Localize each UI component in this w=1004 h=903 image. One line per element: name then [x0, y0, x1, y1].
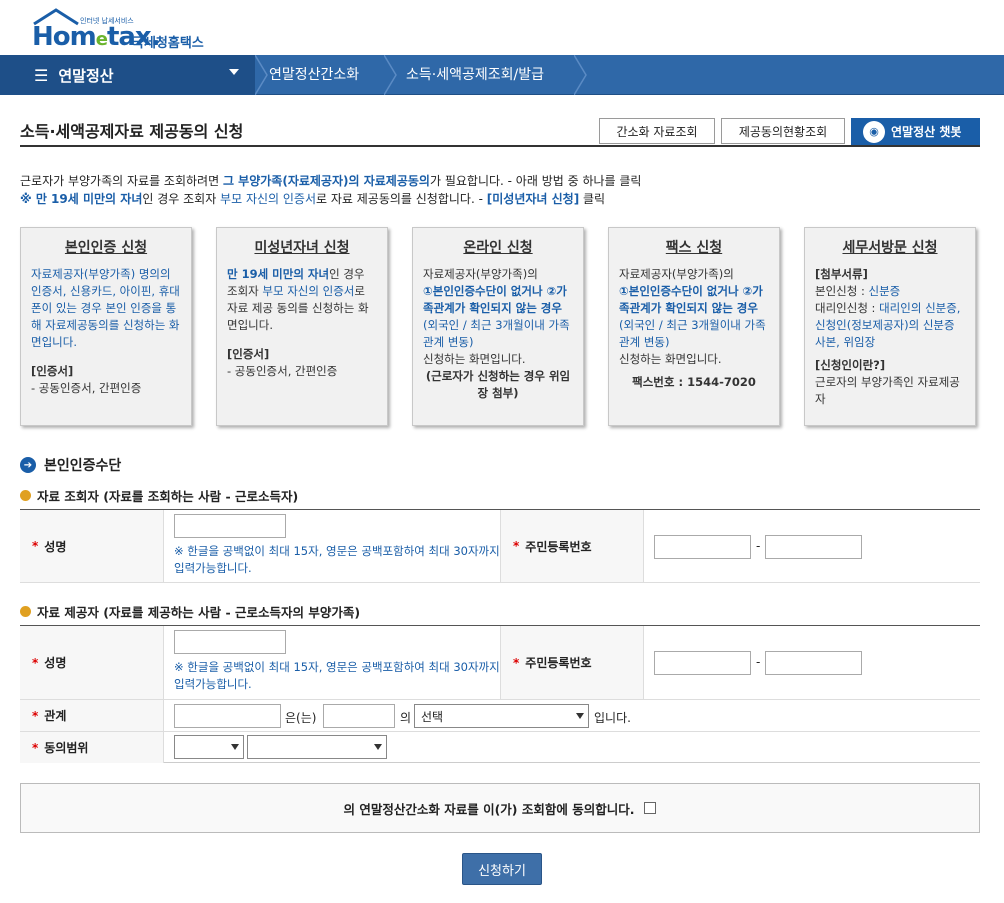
nav-bar: ☰ 연말정산 연말정산간소화 소득·세액공제조회/발급	[0, 55, 1004, 95]
card-text: 신청하는 화면입니다.	[423, 352, 526, 366]
section-heading: ➔ 본인인증수단	[20, 455, 121, 475]
card-online[interactable]: 온라인 신청 자료제공자(부양가족)의 ①본인인증수단이 없거나 ②가족관계가 …	[412, 227, 584, 426]
card-text: 본인신청 : 신분증	[815, 284, 901, 298]
logo-korean: 국세청홈택스	[132, 36, 204, 51]
rrn-label: * 주민등록번호	[500, 626, 644, 699]
card-minor-child[interactable]: 미성년자녀 신청 만 19세 미만의 자녀인 경우 조회자 부모 자신의 인증서…	[216, 227, 388, 426]
consent-checkbox[interactable]	[644, 802, 657, 814]
hamburger-icon: ☰	[34, 65, 49, 85]
scope-type-select[interactable]	[247, 735, 387, 759]
card-fax[interactable]: 팩스 신청 자료제공자(부양가족)의 ①본인인증수단이 없거나 ②가족관계가 확…	[608, 227, 780, 426]
card-text: - 공동인증서, 간편인증	[227, 364, 338, 378]
table-row: * 관계 은(는) 의 선택 입니다.	[20, 700, 980, 732]
relation-subject-input[interactable]	[174, 704, 281, 728]
breadcrumb-separator-icon	[255, 55, 268, 95]
card-subheading: [신청인이란?]	[815, 358, 886, 372]
card-subheading: [첨부서류]	[815, 267, 868, 281]
intro-line-1: 근로자가 부양가족의 자료를 조회하려면 그 부양가족(자료제공자)의 자료제공…	[20, 174, 642, 188]
card-text: 자료제공자(부양가족)의	[423, 267, 538, 281]
chevron-down-icon	[231, 744, 239, 750]
card-title[interactable]: 온라인 신청	[423, 240, 573, 257]
relation-particle: 은(는)	[285, 711, 317, 725]
chevron-down-icon	[576, 713, 584, 719]
viewer-name-input[interactable]	[174, 514, 286, 538]
card-title[interactable]: 세무서방문 신청	[815, 240, 965, 257]
card-text: 자료제공자(부양가족)의	[619, 267, 734, 281]
chevron-down-icon	[374, 744, 382, 750]
viewer-rrn-back-input[interactable]	[765, 535, 862, 559]
rrn-dash: -	[756, 539, 761, 553]
rrn-dash: -	[756, 655, 761, 669]
card-tax-office[interactable]: 세무서방문 신청 [첨부서류] 본인신청 : 신분증 대리인신청 : 대리인의 …	[804, 227, 976, 426]
card-desc: ①본인인증수단이 없거나 ②가족관계가 확인되지 않는 경우(외국인 / 최근 …	[619, 284, 766, 349]
card-subheading: [인증서]	[227, 347, 270, 361]
relation-object-input[interactable]	[323, 704, 395, 728]
viewer-rrn-front-input[interactable]	[654, 535, 751, 559]
intro-line-2: ※ 만 19세 미만의 자녀인 경우 조회자 부모 자신의 인증서로 자료 제공…	[20, 192, 606, 206]
card-title[interactable]: 본인인증 신청	[31, 240, 181, 257]
menu-label: 연말정산	[58, 66, 114, 85]
breadcrumb-item-simplified[interactable]: 연말정산간소화	[269, 55, 359, 95]
relation-particle: 의	[400, 711, 412, 725]
name-label: * 성명	[20, 626, 164, 699]
provider-name-input[interactable]	[174, 630, 286, 654]
card-title[interactable]: 미성년자녀 신청	[227, 240, 377, 257]
card-title[interactable]: 팩스 신청	[619, 240, 769, 257]
main-menu-button[interactable]: ☰ 연말정산	[0, 55, 255, 95]
provider-rrn-front-input[interactable]	[654, 651, 751, 675]
table-row: * 성명 ※ 한글을 공백없이 최대 15자, 영문은 공백포함하여 최대 30자…	[20, 510, 980, 583]
table-row: * 동의범위	[20, 732, 980, 763]
page-title: 소득·세액공제자료 제공동의 신청	[20, 122, 244, 141]
card-text: - 공동인증서, 간편인증	[31, 381, 142, 395]
viewer-table: * 성명 ※ 한글을 공백없이 최대 15자, 영문은 공백포함하여 최대 30자…	[20, 509, 980, 583]
relation-label: * 관계	[20, 700, 164, 731]
provider-table: * 성명 ※ 한글을 공백없이 최대 15자, 영문은 공백포함하여 최대 30자…	[20, 625, 980, 763]
card-subheading: [인증서]	[31, 364, 74, 378]
site-header: 인터넷 납세서비스 Hometax. 국세청홈택스	[0, 0, 1004, 55]
simplified-data-button[interactable]: 간소화 자료조회	[599, 118, 715, 144]
provider-rrn-back-input[interactable]	[765, 651, 862, 675]
relation-select[interactable]: 선택	[414, 704, 589, 728]
scope-year-select[interactable]	[174, 735, 244, 759]
breadcrumb-separator-icon	[574, 55, 587, 95]
provider-heading: 자료 제공자 (자료를 제공하는 사람 - 근로소득자의 부양가족)	[20, 602, 360, 621]
title-divider	[20, 145, 980, 147]
consent-text: 의 연말정산간소화 자료를 이(가) 조회함에 동의합니다.	[343, 801, 635, 817]
consent-box: 의 연말정산간소화 자료를 이(가) 조회함에 동의합니다.	[20, 783, 980, 833]
scope-label: * 동의범위	[20, 732, 164, 763]
name-note: ※ 한글을 공백없이 최대 15자, 영문은 공백포함하여 최대 30자까지 입…	[174, 544, 500, 575]
card-text: 근로자의 부양가족인 자료제공자	[815, 375, 960, 406]
card-desc: ①본인인증수단이 없거나 ②가족관계가 확인되지 않는 경우(외국인 / 최근 …	[423, 284, 570, 349]
chevron-down-icon	[229, 69, 239, 75]
table-row: * 성명 ※ 한글을 공백없이 최대 15자, 영문은 공백포함하여 최대 30자…	[20, 626, 980, 700]
breadcrumb-item-deduction[interactable]: 소득·세액공제조회/발급	[406, 55, 544, 95]
bullet-icon	[20, 490, 31, 501]
arrow-right-icon: ➔	[20, 457, 36, 473]
bullet-icon	[20, 606, 31, 617]
name-note: ※ 한글을 공백없이 최대 15자, 영문은 공백포함하여 최대 30자까지 입…	[174, 660, 500, 691]
viewer-heading: 자료 조회자 (자료를 조회하는 사람 - 근로소득자)	[20, 486, 298, 505]
name-label: * 성명	[20, 510, 164, 582]
chatbot-label: 연말정산 챗봇	[891, 125, 962, 139]
card-desc: 만 19세 미만의 자녀인 경우 조회자 부모 자신의 인증서로 자료 제공 동…	[227, 267, 369, 332]
card-desc: 자료제공자(부양가족) 명의의 인증서, 신용카드, 아이핀, 휴대폰이 있는 …	[31, 267, 180, 349]
card-text: 대리인신청 : 대리인의 신분증, 신청인(정보제공자)의 신분증 사본, 위임…	[815, 301, 961, 349]
hometax-logo[interactable]: 인터넷 납세서비스 Hometax. 국세청홈택스	[28, 8, 228, 52]
minor-child-link[interactable]: [미성년자녀 신청]	[487, 192, 579, 206]
chatbot-icon: ◉	[863, 120, 885, 143]
breadcrumb-separator-icon	[384, 55, 397, 95]
card-text: 신청하는 화면입니다.	[619, 352, 722, 366]
relation-suffix: 입니다.	[594, 711, 631, 725]
fax-number: 팩스번호 : 1544-7020	[632, 375, 756, 389]
chatbot-button[interactable]: ◉ 연말정산 챗봇	[851, 118, 980, 145]
card-self-auth[interactable]: 본인인증 신청 자료제공자(부양가족) 명의의 인증서, 신용카드, 아이핀, …	[20, 227, 192, 426]
card-note: (근로자가 신청하는 경우 위임장 첨부)	[425, 369, 571, 400]
rrn-label: * 주민등록번호	[500, 510, 644, 582]
submit-button[interactable]: 신청하기	[462, 853, 542, 885]
consent-status-button[interactable]: 제공동의현황조회	[721, 118, 845, 144]
